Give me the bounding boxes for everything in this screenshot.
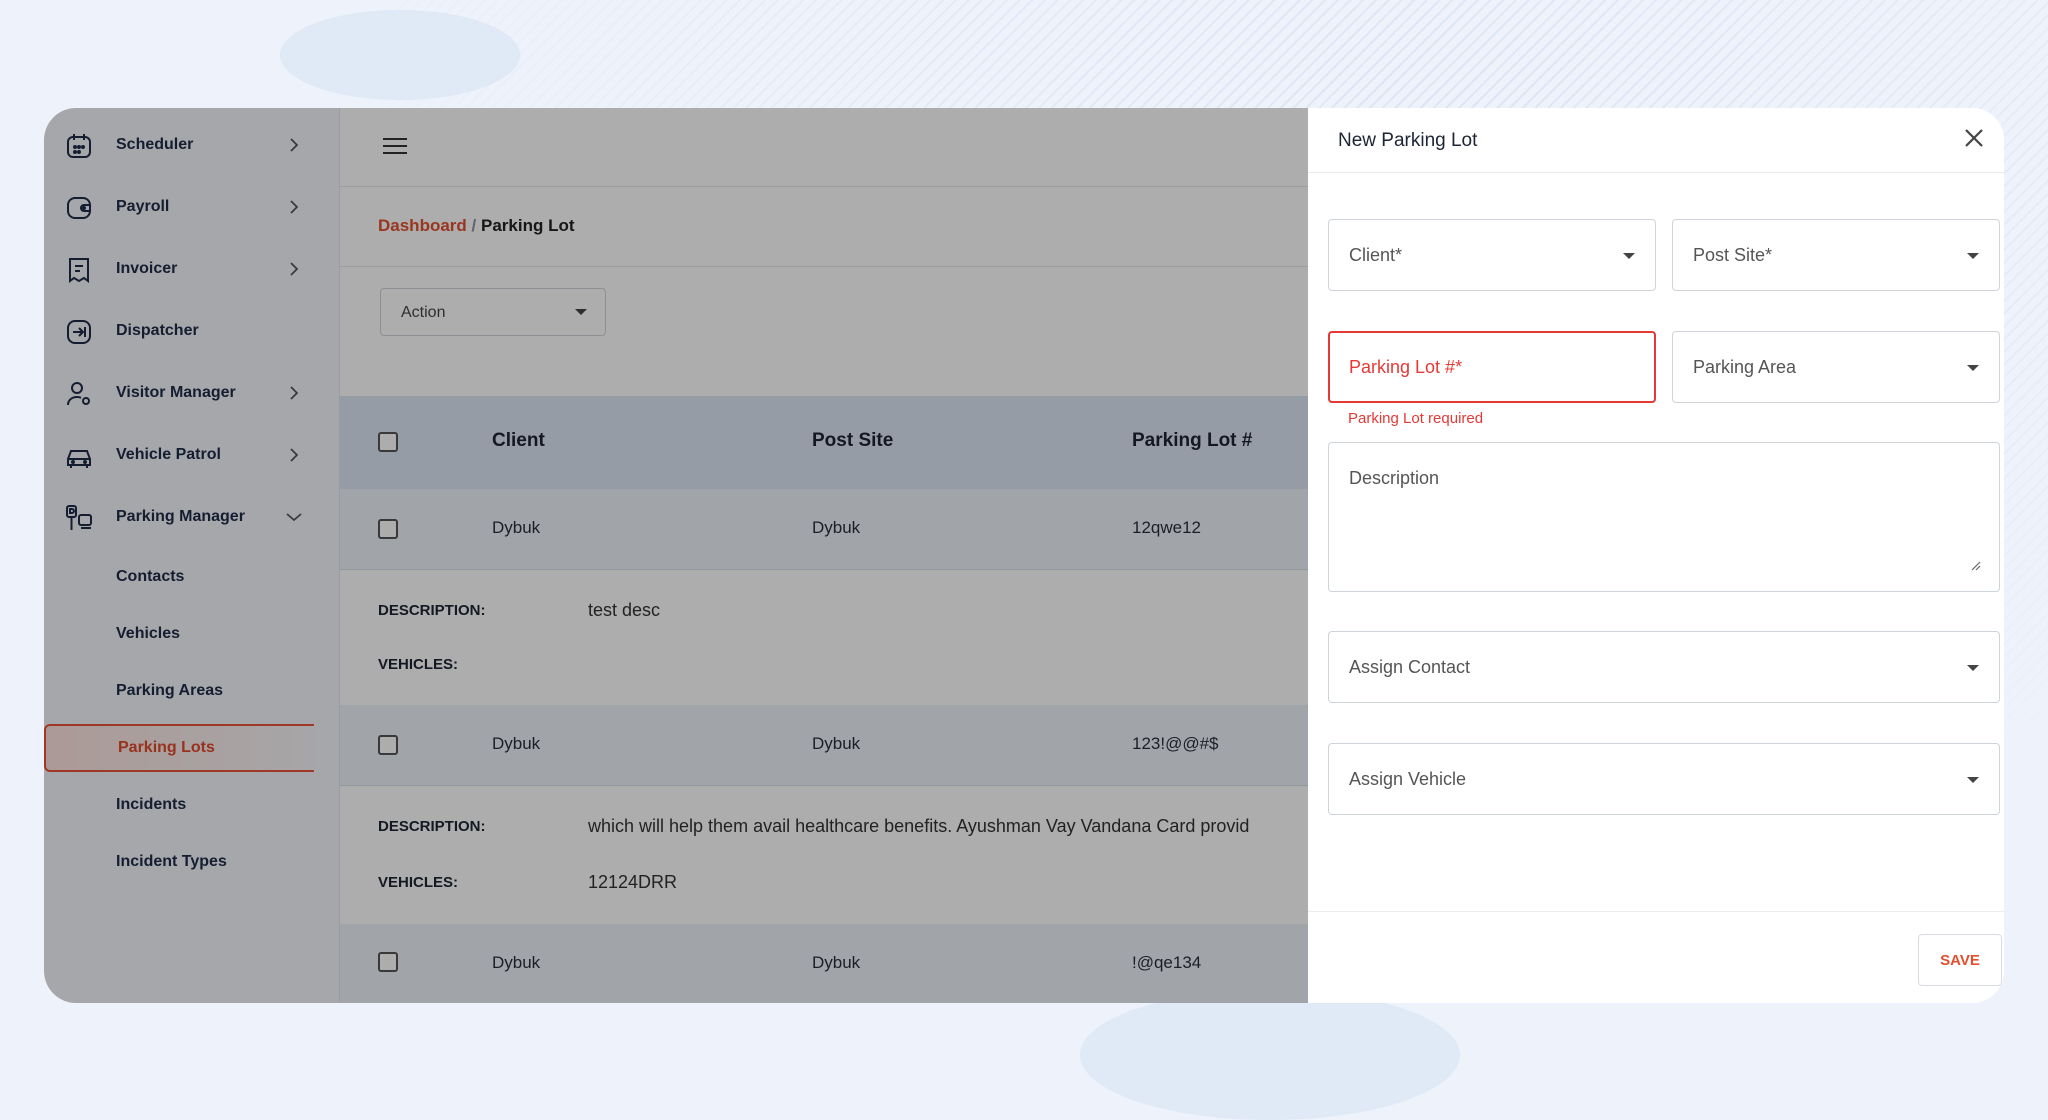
description-textarea-label: Description <box>1349 468 1440 488</box>
caret-down-icon <box>1967 365 1979 371</box>
client-select-label: Client* <box>1349 245 1403 265</box>
save-button[interactable]: SAVE <box>1918 934 2002 986</box>
parking-lot-input[interactable]: Parking Lot #* <box>1328 331 1656 403</box>
assign-vehicle-label: Assign Vehicle <box>1349 769 1467 789</box>
resize-handle-icon[interactable] <box>1971 561 1981 571</box>
background-map-shape <box>1080 990 1460 1120</box>
new-parking-lot-drawer: New Parking Lot Client* Post Site* Parki… <box>1308 108 2004 1003</box>
drawer-title: New Parking Lot <box>1338 130 1478 151</box>
caret-down-icon <box>1967 665 1979 671</box>
parking-area-select-label: Parking Area <box>1693 357 1797 377</box>
parking-area-select[interactable]: Parking Area <box>1672 331 2000 403</box>
parking-lot-input-label: Parking Lot #* <box>1349 357 1463 377</box>
client-select[interactable]: Client* <box>1328 219 1656 291</box>
divider <box>1308 911 2004 912</box>
caret-down-icon <box>1623 253 1635 259</box>
description-textarea[interactable]: Description <box>1328 442 2000 592</box>
post-site-select-label: Post Site* <box>1693 245 1773 265</box>
assign-vehicle-select[interactable]: Assign Vehicle <box>1328 743 2000 815</box>
parking-lot-error: Parking Lot required <box>1348 410 1484 427</box>
modal-backdrop[interactable] <box>44 108 1308 1003</box>
app-window: Scheduler Payroll Invoicer Dispatcher Vi… <box>44 108 2004 1003</box>
assign-contact-select[interactable]: Assign Contact <box>1328 631 2000 703</box>
close-icon[interactable] <box>1962 126 1986 150</box>
background-map-shape <box>280 10 520 100</box>
post-site-select[interactable]: Post Site* <box>1672 219 2000 291</box>
caret-down-icon <box>1967 253 1979 259</box>
divider <box>1308 172 2004 173</box>
caret-down-icon <box>1967 777 1979 783</box>
assign-contact-label: Assign Contact <box>1349 657 1471 677</box>
